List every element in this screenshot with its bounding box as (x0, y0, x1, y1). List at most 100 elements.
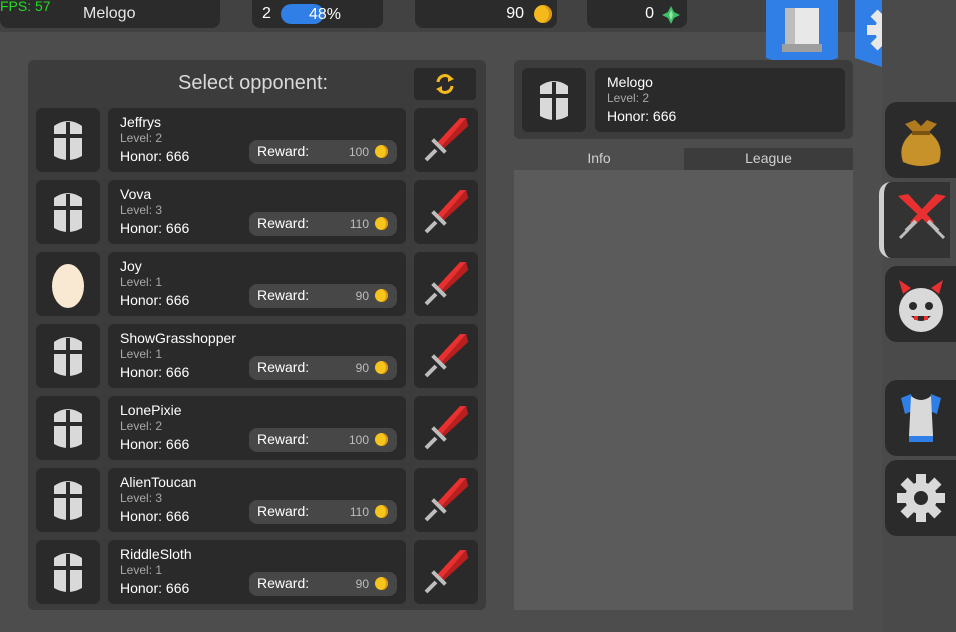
opponent-level: Level: 1 (120, 275, 163, 289)
reward-amount: 90 (355, 289, 369, 303)
attack-button[interactable] (414, 540, 478, 604)
opponent-info-card[interactable]: Vova Level: 3 Honor: 666 Reward: 110 (108, 180, 406, 244)
opponent-level: Level: 3 (120, 491, 163, 505)
gold-coin-icon (534, 5, 552, 23)
reward-badge: Reward: 100 (249, 428, 397, 452)
egg-icon (52, 264, 84, 308)
sidebar-item-settings[interactable] (885, 460, 956, 536)
opponent-honor: Honor: 666 (120, 148, 190, 164)
profile-honor: Honor: 666 (607, 108, 677, 124)
opponent-honor: Honor: 666 (120, 220, 190, 236)
sword-icon (424, 262, 468, 306)
attack-button[interactable] (414, 180, 478, 244)
opponent-honor: Honor: 666 (120, 292, 190, 308)
reward-label: Reward: (257, 575, 310, 591)
profile-level: Level: 2 (607, 91, 650, 105)
knight-helmet-icon (54, 121, 82, 160)
knight-helmet-icon (54, 553, 82, 592)
sidebar-item-loot[interactable] (885, 102, 956, 178)
opponent-honor: Honor: 666 (120, 508, 190, 524)
gem-amount: 0 (645, 5, 654, 22)
opponent-row: Vova Level: 3 Honor: 666 Reward: 110 (36, 180, 478, 244)
attack-button[interactable] (414, 108, 478, 172)
knight-helmet-icon (54, 409, 82, 448)
sidebar-item-equipment[interactable] (885, 380, 956, 456)
sword-icon (424, 334, 468, 378)
gold-coin-icon (375, 289, 388, 302)
knight-helmet-icon (54, 193, 82, 232)
opponent-name: Joy (120, 258, 142, 274)
player-info-card: Melogo Level: 2 Honor: 666 (595, 68, 845, 132)
opponent-honor: Honor: 666 (120, 436, 190, 452)
sword-icon (424, 478, 468, 522)
reward-amount: 110 (349, 505, 369, 519)
avatar (36, 180, 100, 244)
refresh-icon (436, 74, 454, 94)
tab-league[interactable]: League (684, 148, 853, 170)
player-profile-panel: Melogo Level: 2 Honor: 666 (514, 60, 853, 139)
reward-label: Reward: (257, 431, 310, 447)
monster-face-icon (899, 280, 943, 332)
fps-counter: FPS: 57 (0, 0, 51, 14)
opponent-row: LonePixie Level: 2 Honor: 666 Reward: 100 (36, 396, 478, 460)
player-level: 2 (262, 5, 271, 22)
panel-title: Select opponent: (178, 72, 329, 94)
gear-icon (897, 474, 945, 522)
profile-tabs: Info League (514, 148, 853, 170)
opponent-info-card[interactable]: Jeffrys Level: 2 Honor: 666 Reward: 100 (108, 108, 406, 172)
player-name: Melogo (83, 5, 136, 22)
opponent-info-card[interactable]: ShowGrasshopper Level: 1 Honor: 666 Reward:… (108, 324, 406, 388)
tab-content-area (514, 170, 853, 610)
avatar (36, 468, 100, 532)
xp-progress-bar: 48% (281, 4, 371, 24)
opponent-name: Vova (120, 186, 152, 202)
profile-name: Melogo (607, 74, 653, 90)
reward-amount: 110 (349, 217, 369, 231)
reward-badge: Reward: 110 (249, 500, 397, 524)
opponent-name: RiddleSloth (120, 546, 192, 562)
attack-button[interactable] (414, 468, 478, 532)
sword-icon (424, 118, 468, 162)
opponent-info-card[interactable]: Joy Level: 1 Honor: 666 Reward: 90 (108, 252, 406, 316)
gold-coin-icon (375, 505, 388, 518)
opponent-row: Jeffrys Level: 2 Honor: 666 Reward: 100 (36, 108, 478, 172)
opponent-info-card[interactable]: RiddleSloth Level: 1 Honor: 666 Reward: 90 (108, 540, 406, 604)
reward-amount: 100 (348, 145, 369, 159)
xp-percent: 48% (309, 6, 342, 23)
avatar (36, 396, 100, 460)
opponent-info-card[interactable]: AlienToucan Level: 3 Honor: 666 Reward: 110 (108, 468, 406, 532)
sidebar-item-monsters[interactable] (885, 266, 956, 342)
sword-icon (424, 406, 468, 450)
opponent-name: Jeffrys (120, 114, 161, 130)
opponent-honor: Honor: 666 (120, 364, 190, 380)
attack-button[interactable] (414, 396, 478, 460)
gem-icon (662, 6, 680, 24)
opponent-level: Level: 1 (120, 347, 163, 361)
armor-icon (901, 394, 941, 442)
opponent-row: ShowGrasshopper Level: 1 Honor: 666 Reward:… (36, 324, 478, 388)
opponent-row: AlienToucan Level: 3 Honor: 666 Reward: 110 (36, 468, 478, 532)
knight-helmet-icon (54, 337, 82, 376)
refresh-opponents-button[interactable] (414, 68, 476, 100)
gold-coin-icon (375, 361, 388, 374)
reward-label: Reward: (257, 287, 310, 303)
opponent-level: Level: 2 (120, 419, 163, 433)
avatar (36, 108, 100, 172)
avatar (36, 540, 100, 604)
tab-info[interactable]: Info (514, 148, 684, 170)
opponent-info-card[interactable]: LonePixie Level: 2 Honor: 666 Reward: 100 (108, 396, 406, 460)
knight-helmet-icon (540, 81, 568, 120)
reward-badge: Reward: 90 (249, 284, 397, 308)
sword-icon (424, 550, 468, 594)
opponent-row: RiddleSloth Level: 1 Honor: 666 Reward: 90 (36, 540, 478, 604)
gold-amount: 90 (506, 5, 524, 22)
sidebar-item-battle[interactable] (879, 182, 950, 258)
attack-button[interactable] (414, 252, 478, 316)
avatar (36, 324, 100, 388)
gold-counter: 90 (415, 0, 557, 28)
reward-label: Reward: (257, 503, 310, 519)
opponent-level: Level: 2 (120, 131, 163, 145)
attack-button[interactable] (414, 324, 478, 388)
gem-counter: 0 (587, 0, 687, 28)
crossed-swords-icon (898, 194, 946, 240)
